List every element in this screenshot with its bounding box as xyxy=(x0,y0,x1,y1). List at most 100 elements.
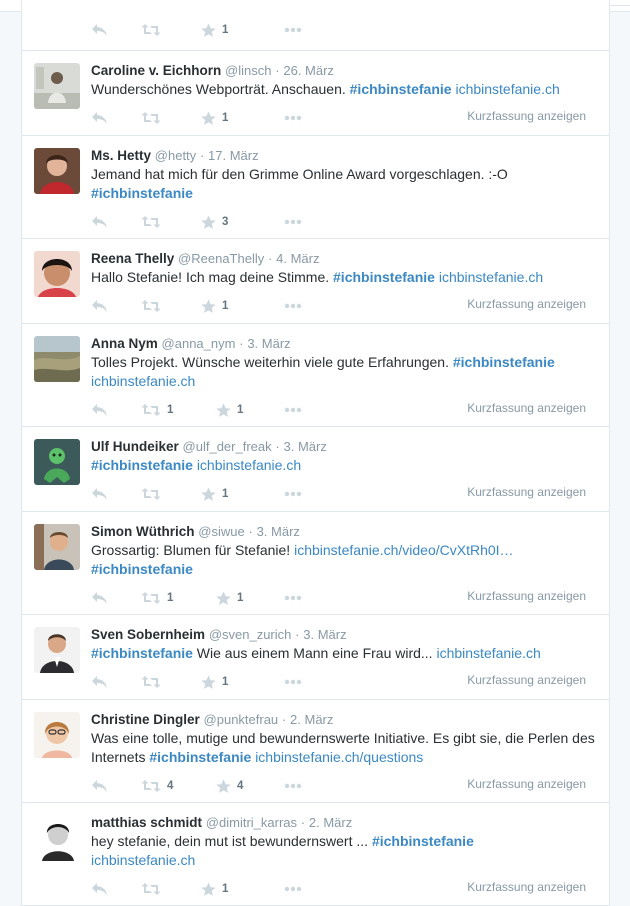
favorite-button[interactable]: 1 xyxy=(201,880,228,898)
favorite-button[interactable]: 1 xyxy=(201,297,228,315)
more-button[interactable] xyxy=(284,589,302,607)
tweet[interactable]: Sven Sobernheim @sven_zurich · 3. März #… xyxy=(22,615,609,700)
more-button[interactable] xyxy=(284,109,302,127)
tweet-username[interactable]: @siwue xyxy=(198,524,244,539)
expand-link[interactable]: Kurzfassung anzeigen xyxy=(467,777,586,791)
url-link[interactable]: ichbinstefanie.ch xyxy=(91,373,195,389)
retweet-button[interactable] xyxy=(141,213,167,231)
tweet-username[interactable]: @punktefrau xyxy=(204,712,279,727)
more-button[interactable] xyxy=(284,297,302,315)
favorite-button[interactable]: 1 xyxy=(201,673,228,691)
expand-link[interactable]: Kurzfassung anzeigen xyxy=(467,673,586,687)
hashtag-link[interactable]: #ichbinstefanie xyxy=(91,185,193,201)
tweet[interactable]: Simon Wüthrich @siwue · 3. März Grossart… xyxy=(22,512,609,615)
favorite-button[interactable]: 1 xyxy=(216,589,243,607)
reply-button[interactable] xyxy=(91,297,108,315)
avatar[interactable] xyxy=(34,712,80,758)
reply-button[interactable] xyxy=(91,109,108,127)
tweet-timestamp[interactable]: 3. März xyxy=(257,524,300,539)
url-link[interactable]: ichbinstefanie.ch/questions xyxy=(255,749,423,765)
more-button[interactable] xyxy=(284,401,302,419)
reply-button[interactable] xyxy=(91,485,108,503)
avatar[interactable] xyxy=(34,524,80,570)
tweet-fullname[interactable]: Ms. Hetty xyxy=(91,148,151,163)
tweet-fullname[interactable]: Ulf Hundeiker xyxy=(91,439,179,454)
tweet-timestamp[interactable]: 4. März xyxy=(276,251,319,266)
hashtag-link[interactable]: #ichbinstefanie xyxy=(453,354,555,370)
tweet[interactable]: Anna Nym @anna_nym · 3. März Tolles Proj… xyxy=(22,324,609,427)
tweet-username[interactable]: @ulf_der_freak xyxy=(183,439,272,454)
tweet[interactable]: Caroline v. Eichhorn @linsch · 26. März … xyxy=(22,51,609,136)
favorite-button[interactable]: 1 xyxy=(216,401,243,419)
retweet-button[interactable] xyxy=(141,673,167,691)
tweet[interactable]: Ms. Hetty @hetty · 17. März Jemand hat m… xyxy=(22,136,609,239)
reply-button[interactable] xyxy=(91,21,108,39)
tweet-timestamp[interactable]: 3. März xyxy=(283,439,326,454)
tweet-fullname[interactable]: Caroline v. Eichhorn xyxy=(91,63,221,78)
expand-link[interactable]: Kurzfassung anzeigen xyxy=(467,297,586,311)
hashtag-link[interactable]: #ichbinstefanie xyxy=(149,749,251,765)
tweet-username[interactable]: @dimitri_karras xyxy=(206,815,297,830)
tweet-partial[interactable]: 1 xyxy=(22,0,609,51)
retweet-button[interactable] xyxy=(141,21,161,39)
favorite-button[interactable]: 1 xyxy=(201,485,228,503)
tweet[interactable]: Reena Thelly @ReenaThelly · 4. März Hall… xyxy=(22,239,609,324)
url-link[interactable]: ichbinstefanie.ch xyxy=(197,457,301,473)
url-link[interactable]: ichbinstefanie.ch xyxy=(91,852,195,868)
tweet-fullname[interactable]: Sven Sobernheim xyxy=(91,627,205,642)
tweet-fullname[interactable]: matthias schmidt xyxy=(91,815,202,830)
expand-link[interactable]: Kurzfassung anzeigen xyxy=(467,109,586,123)
expand-link[interactable]: Kurzfassung anzeigen xyxy=(467,880,586,894)
avatar[interactable] xyxy=(34,815,80,861)
expand-link[interactable]: Kurzfassung anzeigen xyxy=(467,589,586,603)
retweet-button[interactable] xyxy=(141,485,167,503)
tweet-username[interactable]: @sven_zurich xyxy=(209,627,292,642)
tweet[interactable]: Ulf Hundeiker @ulf_der_freak · 3. März #… xyxy=(22,427,609,512)
avatar[interactable] xyxy=(34,63,80,109)
hashtag-link[interactable]: #ichbinstefanie xyxy=(350,81,452,97)
hashtag-link[interactable]: #ichbinstefanie xyxy=(333,269,435,285)
reply-button[interactable] xyxy=(91,589,108,607)
favorite-button[interactable]: 3 xyxy=(201,213,228,231)
url-link[interactable]: ichbinstefanie.ch xyxy=(455,81,559,97)
hashtag-link[interactable]: #ichbinstefanie xyxy=(91,645,193,661)
retweet-button[interactable] xyxy=(141,880,167,898)
retweet-button[interactable]: 4 xyxy=(141,777,173,795)
reply-button[interactable] xyxy=(91,401,108,419)
tweet-timestamp[interactable]: 2. März xyxy=(309,815,352,830)
hashtag-link[interactable]: #ichbinstefanie xyxy=(91,561,193,577)
tweet-username[interactable]: @anna_nym xyxy=(162,336,236,351)
more-button[interactable] xyxy=(284,21,302,39)
tweet-timestamp[interactable]: 3. März xyxy=(303,627,346,642)
more-button[interactable] xyxy=(284,485,302,503)
tweet[interactable]: matthias schmidt @dimitri_karras · 2. Mä… xyxy=(22,803,609,905)
tweet-fullname[interactable]: Christine Dingler xyxy=(91,712,200,727)
url-link[interactable]: ichbinstefanie.ch xyxy=(436,645,540,661)
reply-button[interactable] xyxy=(91,673,108,691)
tweet-username[interactable]: @linsch xyxy=(225,63,271,78)
more-button[interactable] xyxy=(284,673,302,691)
avatar[interactable] xyxy=(34,251,80,297)
tweet-fullname[interactable]: Reena Thelly xyxy=(91,251,174,266)
url-link[interactable]: ichbinstefanie.ch/video/CvXtRh0I… xyxy=(294,542,513,558)
favorite-button[interactable]: 1 xyxy=(201,109,228,127)
expand-link[interactable]: Kurzfassung anzeigen xyxy=(467,401,586,415)
avatar[interactable] xyxy=(34,439,80,485)
reply-button[interactable] xyxy=(91,213,108,231)
favorite-button[interactable]: 4 xyxy=(216,777,243,795)
tweet-timestamp[interactable]: 3. März xyxy=(247,336,290,351)
reply-button[interactable] xyxy=(91,777,108,795)
avatar[interactable] xyxy=(34,627,80,673)
more-button[interactable] xyxy=(284,213,302,231)
tweet-fullname[interactable]: Simon Wüthrich xyxy=(91,524,195,539)
tweet-username[interactable]: @ReenaThelly xyxy=(178,251,264,266)
retweet-button[interactable] xyxy=(141,109,167,127)
more-button[interactable] xyxy=(284,777,302,795)
avatar[interactable] xyxy=(34,336,80,382)
tweet-timestamp[interactable]: 26. März xyxy=(283,63,334,78)
retweet-button[interactable]: 1 xyxy=(141,401,173,419)
retweet-button[interactable] xyxy=(141,297,167,315)
tweet-username[interactable]: @hetty xyxy=(155,148,196,163)
url-link[interactable]: ichbinstefanie.ch xyxy=(439,269,543,285)
hashtag-link[interactable]: #ichbinstefanie xyxy=(91,457,193,473)
